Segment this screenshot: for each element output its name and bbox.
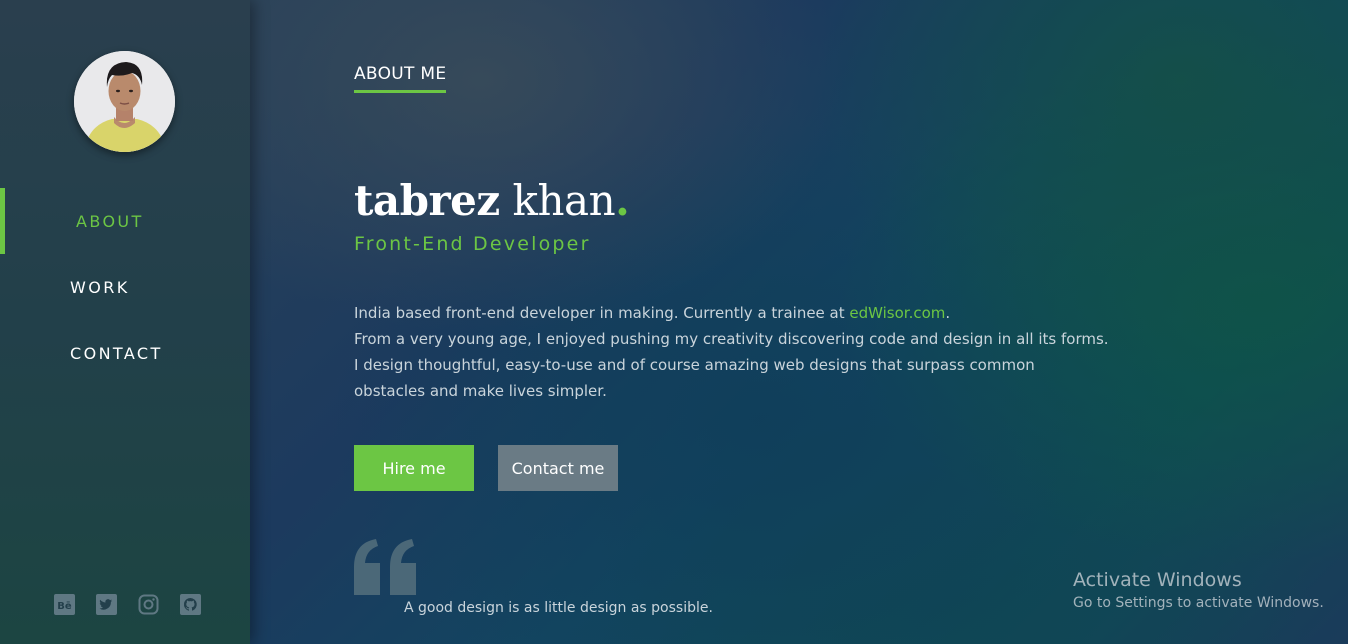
- profile-name: tabrez khan.: [354, 176, 630, 225]
- bio-text: India based front-end developer in makin…: [354, 300, 1114, 404]
- avatar-photo: [74, 51, 175, 152]
- bio-line-2: From a very young age, I enjoyed pushing…: [354, 330, 1109, 348]
- bio-line-1: India based front-end developer in makin…: [354, 300, 1114, 326]
- sidebar-nav: ABOUT WORK CONTACT: [0, 188, 250, 386]
- github-icon[interactable]: [180, 594, 201, 615]
- profile-role: Front-End Developer: [354, 233, 591, 255]
- nav-item-about[interactable]: ABOUT: [0, 188, 250, 254]
- nav-item-contact[interactable]: CONTACT: [0, 320, 250, 386]
- bio-line-3: I design thoughtful, easy-to-use and of …: [354, 356, 1035, 374]
- social-links: Bē: [54, 594, 201, 615]
- sidebar: ABOUT WORK CONTACT Bē: [0, 0, 250, 644]
- section-title: ABOUT ME: [354, 64, 447, 93]
- twitter-icon[interactable]: [96, 594, 117, 615]
- instagram-icon[interactable]: [138, 594, 159, 615]
- behance-icon[interactable]: Bē: [54, 594, 75, 615]
- windows-activation-watermark: Activate Windows Go to Settings to activ…: [1073, 568, 1324, 614]
- contact-me-button[interactable]: Contact me: [498, 445, 618, 491]
- bio-line-1-suffix: .: [945, 304, 951, 322]
- nav-item-work[interactable]: WORK: [0, 254, 250, 320]
- name-last: khan: [512, 176, 616, 225]
- nav-item-label: CONTACT: [70, 343, 163, 363]
- bio-line-4: obstacles and make lives simpler.: [354, 382, 607, 400]
- edwisor-link[interactable]: edWisor.com: [849, 304, 945, 322]
- bio-line-1-text: India based front-end developer in makin…: [354, 304, 850, 322]
- nav-item-label: WORK: [70, 277, 130, 297]
- name-dot: .: [615, 176, 630, 225]
- name-first: tabrez: [354, 176, 500, 225]
- quote-icon: [354, 539, 418, 599]
- svg-text:Bē: Bē: [57, 601, 72, 612]
- nav-item-label: ABOUT: [76, 211, 144, 231]
- hire-me-button[interactable]: Hire me: [354, 445, 474, 491]
- watermark-title: Activate Windows: [1073, 569, 1242, 591]
- avatar: [74, 51, 175, 152]
- quote-text: A good design is as little design as pos…: [404, 600, 713, 616]
- watermark-subtitle: Go to Settings to activate Windows.: [1073, 595, 1324, 611]
